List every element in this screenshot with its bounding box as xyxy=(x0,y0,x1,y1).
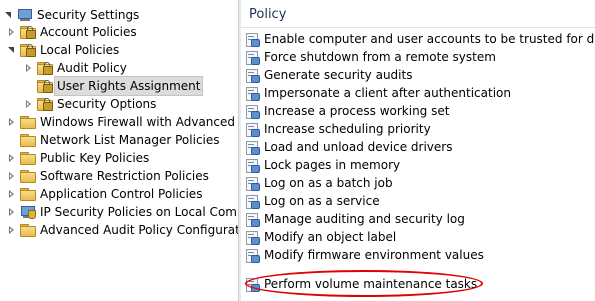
policy-icon xyxy=(246,230,260,245)
expand-arrow-icon[interactable] xyxy=(7,185,16,203)
policy-icon xyxy=(246,32,260,47)
computer-shield-icon xyxy=(20,205,36,219)
policy-row-highlighted[interactable]: Perform volume maintenance tasks xyxy=(246,275,477,293)
policy-icon xyxy=(246,86,260,101)
folder-icon xyxy=(20,133,36,147)
policy-icon xyxy=(246,122,260,137)
collapse-arrow-icon[interactable] xyxy=(4,6,13,24)
tree-item-label: IP Security Policies on Local Compute xyxy=(40,205,238,219)
tree-item-label: Windows Firewall with Advanced Secu xyxy=(40,115,238,129)
tree-item-windows-firewall[interactable]: Windows Firewall with Advanced Secu xyxy=(7,113,238,131)
expand-arrow-icon[interactable] xyxy=(24,59,33,77)
policy-row[interactable]: Modify an object label xyxy=(246,228,396,246)
policy-row[interactable]: Log on as a service xyxy=(246,192,380,210)
locked-folder-icon xyxy=(20,43,36,57)
expand-arrow-icon[interactable] xyxy=(7,113,16,131)
tree-root[interactable]: Security Settings xyxy=(4,6,139,24)
tree-item-label: Network List Manager Policies xyxy=(40,133,220,147)
policy-icon xyxy=(246,212,260,227)
policy-name: Lock pages in memory xyxy=(264,158,401,172)
policy-name: Modify firmware environment values xyxy=(264,248,484,262)
folder-icon xyxy=(20,187,36,201)
tree-root-label: Security Settings xyxy=(37,8,140,22)
policy-icon xyxy=(246,176,260,191)
folder-icon xyxy=(20,169,36,183)
policy-row[interactable]: Load and unload device drivers xyxy=(246,138,452,156)
expand-arrow-icon[interactable] xyxy=(7,203,16,221)
tree-item-advanced-audit[interactable]: Advanced Audit Policy Configuration xyxy=(7,221,238,239)
policy-name: Manage auditing and security log xyxy=(264,212,465,226)
tree-item-label: Public Key Policies xyxy=(40,151,150,165)
folder-icon xyxy=(20,115,36,129)
security-settings-icon xyxy=(17,8,33,22)
policy-icon xyxy=(246,248,260,263)
policy-row[interactable]: Lock pages in memory xyxy=(246,156,400,174)
locked-folder-icon xyxy=(37,97,53,111)
tree-item-user-rights-assignment[interactable]: User Rights Assignment xyxy=(24,76,204,96)
tree-item-label: Application Control Policies xyxy=(40,187,203,201)
tree-pane: Security Settings Account Policies Local… xyxy=(0,0,238,301)
policy-row[interactable]: Modify firmware environment values xyxy=(246,246,484,264)
expand-arrow-icon[interactable] xyxy=(7,149,16,167)
tree-item-public-key-policies[interactable]: Public Key Policies xyxy=(7,149,149,167)
tree-item-label: Audit Policy xyxy=(57,61,127,75)
policy-row[interactable]: Generate security audits xyxy=(246,66,412,84)
policy-icon xyxy=(246,158,260,173)
policy-row[interactable]: Manage auditing and security log xyxy=(246,210,465,228)
tree-item-label: Advanced Audit Policy Configuration xyxy=(40,223,238,237)
tree-item-label: Security Options xyxy=(57,97,157,111)
tree-item-ip-security[interactable]: IP Security Policies on Local Compute xyxy=(7,203,238,221)
policy-row[interactable]: Log on as a batch job xyxy=(246,174,393,192)
locked-folder-icon xyxy=(37,79,53,93)
expand-arrow-icon[interactable] xyxy=(7,23,16,41)
tree-item-label: Account Policies xyxy=(40,25,137,39)
expand-arrow-icon[interactable] xyxy=(7,167,16,185)
policy-row[interactable]: Increase scheduling priority xyxy=(246,120,431,138)
policy-name: Impersonate a client after authenticatio… xyxy=(264,86,511,100)
expand-arrow-icon[interactable] xyxy=(24,95,33,113)
policy-name: Increase scheduling priority xyxy=(264,122,431,136)
policy-name: Log on as a service xyxy=(264,194,380,208)
policy-name: Enable computer and user accounts to be … xyxy=(264,32,595,46)
tree-item-label: Local Policies xyxy=(40,43,120,57)
tree-item-label: Software Restriction Policies xyxy=(40,169,209,183)
policy-name: Generate security audits xyxy=(264,68,413,82)
policy-icon xyxy=(246,68,260,83)
folder-icon xyxy=(20,223,36,237)
policy-name: Log on as a batch job xyxy=(264,176,393,190)
collapse-arrow-icon[interactable] xyxy=(7,41,16,59)
policy-icon xyxy=(246,50,260,65)
tree-item-software-restriction[interactable]: Software Restriction Policies xyxy=(7,167,209,185)
policy-row[interactable]: Force shutdown from a remote system xyxy=(246,48,496,66)
tree-item-account-policies[interactable]: Account Policies xyxy=(7,23,137,41)
tree-item-application-control[interactable]: Application Control Policies xyxy=(7,185,202,203)
policy-list-pane: Policy Enable computer and user accounts… xyxy=(241,0,595,301)
policy-icon xyxy=(246,104,260,119)
folder-icon xyxy=(20,151,36,165)
tree-item-audit-policy[interactable]: Audit Policy xyxy=(24,59,127,77)
policy-name: Perform volume maintenance tasks xyxy=(264,277,478,291)
policy-name: Load and unload device drivers xyxy=(264,140,453,154)
tree-item-label: User Rights Assignment xyxy=(53,76,204,96)
tree-item-network-list-manager[interactable]: Network List Manager Policies xyxy=(7,131,220,149)
locked-folder-icon xyxy=(20,25,36,39)
policy-icon xyxy=(246,277,260,292)
policy-icon xyxy=(246,140,260,155)
policy-row[interactable]: Enable computer and user accounts to be … xyxy=(246,30,595,48)
policy-column-header[interactable]: Policy xyxy=(241,0,595,28)
expand-arrow-icon[interactable] xyxy=(7,221,16,239)
policy-icon xyxy=(246,194,260,209)
policy-name: Modify an object label xyxy=(264,230,397,244)
policy-name: Increase a process working set xyxy=(264,104,450,118)
tree-item-local-policies[interactable]: Local Policies xyxy=(7,41,119,59)
policy-row[interactable]: Impersonate a client after authenticatio… xyxy=(246,84,511,102)
policy-row[interactable]: Increase a process working set xyxy=(246,102,449,120)
locked-folder-icon xyxy=(37,61,53,75)
policy-name: Force shutdown from a remote system xyxy=(264,50,496,64)
tree-item-security-options[interactable]: Security Options xyxy=(24,95,156,113)
